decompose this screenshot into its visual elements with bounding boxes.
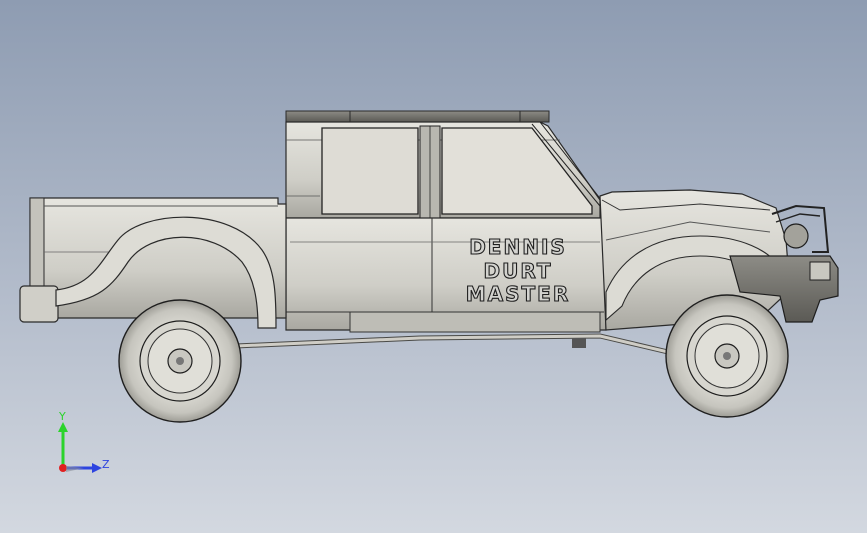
truck-model[interactable]: DENNIS DURT MASTER (0, 0, 867, 533)
axis-triad: Y Z (58, 410, 110, 473)
rear-bumper (19, 285, 59, 323)
y-axis-label: Y (58, 410, 66, 423)
front-wheel (665, 294, 789, 418)
z-axis-label: Z (102, 458, 110, 471)
decal-line-2: DURT (484, 259, 553, 283)
suspension-links (235, 333, 669, 355)
rear-wheel (118, 299, 242, 423)
graphics-viewport[interactable]: DENNIS DURT MASTER Y Z (0, 0, 867, 533)
headlight (783, 223, 809, 249)
decal-line-1: DENNIS (469, 235, 567, 259)
roof-rack (285, 110, 550, 123)
decal-line-3: MASTER (466, 282, 571, 306)
rear-window (321, 127, 419, 215)
